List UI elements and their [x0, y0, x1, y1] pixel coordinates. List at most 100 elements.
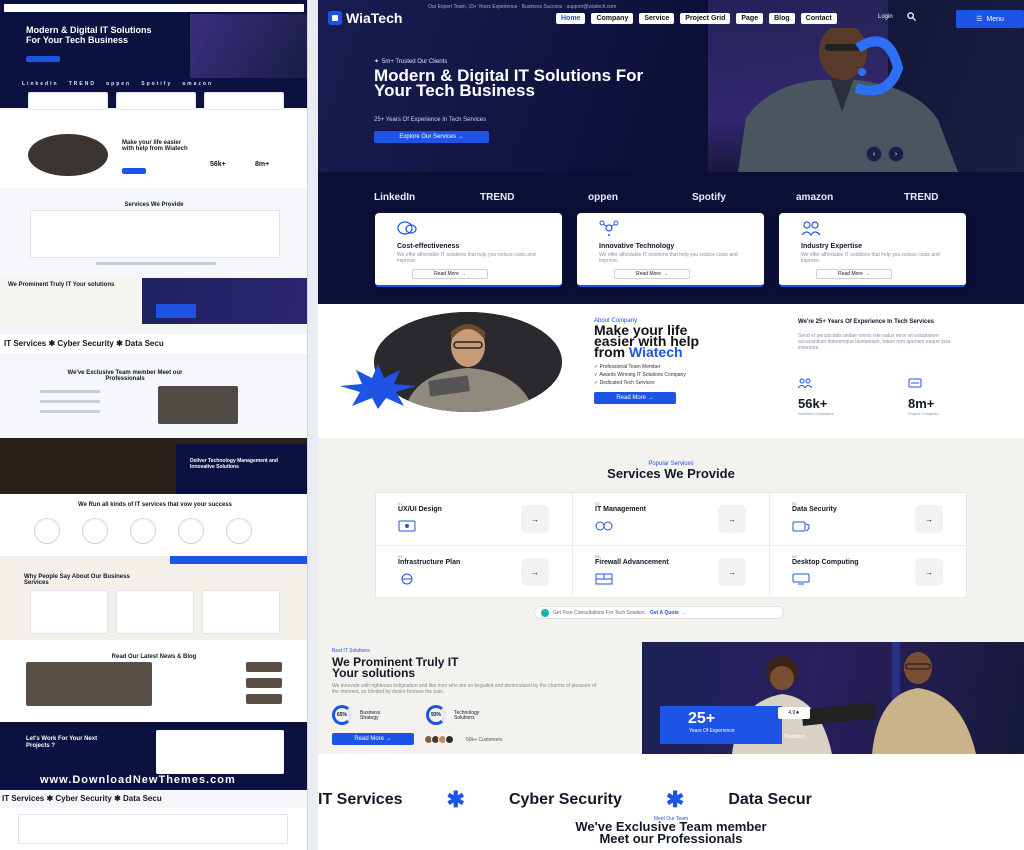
checklist-item: Dedicated Tech Services [599, 380, 655, 386]
read-more-button[interactable]: Read More → [816, 269, 892, 279]
thumb-news-photo [26, 662, 152, 706]
prominent-read-more-button[interactable]: Read More → [332, 733, 414, 745]
thumb-footer [0, 808, 307, 850]
thumb-runall: We Run all kinds of IT services that vow… [0, 494, 307, 556]
feature-card: Innovative Technology We offer affordabl… [577, 213, 764, 287]
brand-logo: TREND [480, 192, 515, 203]
thumb-about: Make your life easier with help from Wia… [0, 110, 307, 188]
network-icon [599, 220, 619, 236]
service-title: UX/UI Design [398, 506, 442, 513]
trustpilot-label: Trustpilot [784, 734, 805, 740]
get-quote-link[interactable]: Get A Quote → [650, 610, 685, 616]
screenshot-root: Modern & Digital IT Solutions For Your T… [0, 0, 1024, 850]
service-item[interactable]: 04 Infrastructure Plan → [376, 546, 573, 599]
brand-logo: Spotify [692, 192, 726, 203]
thumb-watermark: www.DownloadNewThemes.com [40, 774, 236, 786]
thumb-circle [34, 518, 60, 544]
thumb-hero-title: Modern & Digital IT Solutions For Your T… [26, 25, 152, 45]
arrow-right-icon[interactable]: → [718, 505, 746, 533]
thumb-footer-box [18, 814, 288, 844]
brand-logo: amazon [796, 192, 834, 203]
thumb-prominent: We Prominent Truly IT Your solutions [0, 276, 307, 326]
arrow-right-icon[interactable]: → [521, 558, 549, 586]
slider-next-icon[interactable]: › [888, 146, 904, 162]
header-actions: Login [878, 12, 916, 21]
arrow-right-icon[interactable]: → [915, 505, 943, 533]
nav-item-service[interactable]: Service [639, 13, 675, 24]
service-item[interactable]: 02 IT Management → [573, 493, 770, 546]
asterisk-icon: ✱ [446, 787, 465, 812]
arrow-right-icon: → [662, 271, 668, 277]
thumb-team-title: We've Exclusive Team member Meet our Pro… [67, 370, 183, 382]
about-read-more-button[interactable]: Read More → [594, 392, 676, 404]
read-more-button[interactable]: Read More → [614, 269, 690, 279]
about-title-accent: Wiatech [629, 344, 683, 360]
thumb-circle [178, 518, 204, 544]
service-item[interactable]: 01 UX/UI Design → [376, 493, 573, 546]
thumb-work-title: Let's Work For Your Next Projects ? [26, 736, 98, 749]
progress-ring-technology: 93% [426, 705, 446, 725]
checklist-item: Professional Team Member [599, 364, 661, 370]
arrow-right-icon[interactable]: → [915, 558, 943, 586]
thumb-about-button [122, 168, 146, 174]
nav-item-blog[interactable]: Blog [769, 13, 795, 24]
progress-ring-business: 65% [332, 705, 352, 725]
nav-menu: Home Company Service Project Grid Page B… [556, 13, 837, 24]
asterisk-icon: ✱ [665, 787, 685, 812]
thumb-hero-button [26, 56, 60, 62]
ring-label-line: Strategy [360, 715, 379, 721]
hero-subtitle: 25+ Years Of Experience In Tech Services [374, 117, 487, 123]
search-icon[interactable] [906, 12, 916, 21]
thumb-banner: Deliver Technology Management and Innova… [0, 438, 307, 494]
feature-card: Cost-effectiveness We offer affordable I… [375, 213, 562, 287]
brand-logo: oppen [588, 192, 618, 203]
nav-item-page[interactable]: Page [736, 13, 764, 24]
site-logo[interactable]: WiaTech [328, 10, 402, 26]
arrow-right-icon[interactable]: → [521, 505, 549, 533]
service-item[interactable]: 03 Data Security → [770, 493, 967, 546]
login-link[interactable]: Login [878, 14, 893, 20]
feature-title: Cost-effectiveness [397, 243, 460, 250]
feature-desc: We offer affordable IT solutions that he… [599, 252, 738, 264]
service-title: Desktop Computing [792, 559, 859, 566]
thumb-team-line [40, 400, 100, 403]
menu-button[interactable]: ☰ Menu [956, 10, 1024, 28]
feature-card: Industry Expertise We offer affordable I… [779, 213, 966, 287]
page-preview: WiaTech Our Expert Team, 15+ Years Exper… [318, 0, 1024, 850]
read-more-label: Read More [636, 271, 661, 277]
explore-services-button[interactable]: Explore Our Services → [374, 131, 489, 143]
arrow-right-icon[interactable]: → [718, 558, 746, 586]
thumb-marquee: IT Services ✱ Cyber Security ✱ Data Secu [0, 334, 307, 354]
thumb-about-photo [28, 134, 108, 176]
thumb-runall-title: We Run all kinds of IT services that vow… [78, 502, 232, 508]
about-checklist: ✓ Professional Team Member ✓ Awards Winn… [594, 363, 686, 387]
read-more-button[interactable]: Read More → [412, 269, 488, 279]
thumb-testimonial-card [202, 590, 280, 634]
nav-item-contact[interactable]: Contact [800, 13, 837, 24]
service-item[interactable]: 06 Desktop Computing → [770, 546, 967, 599]
thumb-news: Read Our Latest News & Blog [0, 640, 307, 722]
nav-item-project-grid[interactable]: Project Grid [680, 13, 731, 24]
read-more-label: Read More [434, 271, 459, 277]
slider-prev-icon[interactable]: ‹ [866, 146, 882, 162]
avatar [445, 735, 454, 744]
hamburger-icon: ☰ [976, 16, 983, 23]
coins-icon [397, 221, 417, 235]
thumb-circle [130, 518, 156, 544]
infrastructure-icon [401, 573, 413, 585]
nav-item-home[interactable]: Home [556, 13, 586, 24]
about-button-label: Read More [616, 395, 646, 401]
hero-section: WiaTech Our Expert Team, 15+ Years Exper… [318, 0, 1024, 172]
ring-label: Business Strategy [360, 711, 380, 721]
thumb-feature-card [204, 92, 284, 110]
hero-badge: ✦ 5m+ Trusted Our Clients [374, 58, 447, 66]
nav-item-company[interactable]: Company [591, 13, 634, 24]
read-more-label: Read More [838, 271, 863, 277]
thumb-marquee-2: IT Services ✱ Cyber Security ✱ Data Secu [0, 790, 307, 808]
experience-desc: Send et perspiciatis undae omnis iste na… [798, 333, 951, 351]
management-icon [595, 521, 613, 531]
checklist-item: Awards Winning IT Solutions Company [599, 372, 686, 378]
chat-icon [541, 608, 549, 617]
service-item[interactable]: 05 Firewall Advancement → [573, 546, 770, 599]
thumb-news-photo [246, 662, 282, 672]
